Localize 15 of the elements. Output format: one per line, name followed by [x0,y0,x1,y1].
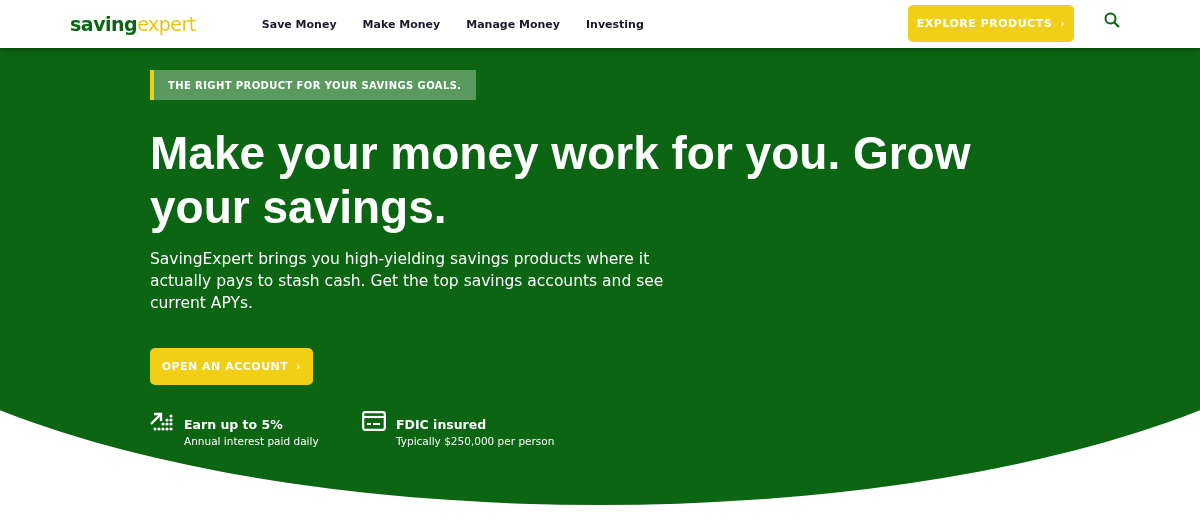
logo-wordmark[interactable]: saving [70,13,138,35]
nav-link[interactable]: Investing [586,17,644,31]
credit-card-icon [362,411,386,431]
hero-description: SavingExpert brings you high-yielding savings products where it actually pays to stash cash. Get the top savings accounts and see current APYs. [150,249,665,314]
search-icon[interactable] [1104,12,1120,28]
hero-headline: Make your money work for you. Grow your savings. [150,126,972,234]
nav-link[interactable]: Make Money [362,17,441,31]
feature-subtitle: Annual interest paid daily [184,435,319,447]
feature-title: Earn up to 5% [184,417,284,432]
feature-title: FDIC insured [396,417,488,432]
nav-link[interactable]: Manage Money [466,17,560,31]
nav-link[interactable]: Save Money [261,17,337,31]
eyebrow-tag: THE RIGHT PRODUCT FOR YOUR SAVINGS GOALS. [150,70,476,100]
feature-subtitle: Typically $250,000 per person [396,435,555,447]
growth-chart-icon [150,411,174,433]
